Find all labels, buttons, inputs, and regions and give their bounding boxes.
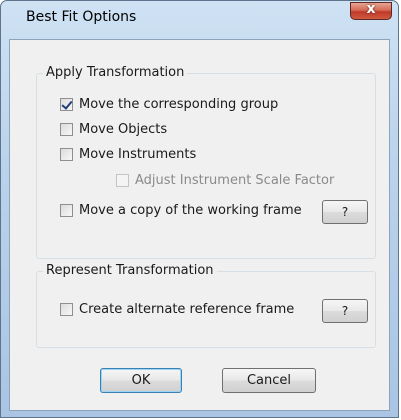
represent-transformation-legend: Represent Transformation xyxy=(43,263,217,278)
cancel-button[interactable]: Cancel xyxy=(222,368,316,393)
close-icon: x xyxy=(366,1,376,17)
window-title: Best Fit Options xyxy=(26,9,137,25)
apply-help-button[interactable]: ? xyxy=(322,200,368,224)
move-instruments-checkbox[interactable] xyxy=(60,148,73,161)
create-alternate-reference-frame-option[interactable]: Create alternate reference frame xyxy=(60,302,294,317)
represent-help-button[interactable]: ? xyxy=(322,299,368,323)
ok-button[interactable]: OK xyxy=(100,368,182,393)
move-objects-label: Move Objects xyxy=(79,122,168,137)
dialog-window: Best Fit Options x Apply Transformation … xyxy=(0,0,399,418)
cancel-button-label: Cancel xyxy=(246,373,292,388)
adjust-instrument-scale-option: Adjust Instrument Scale Factor xyxy=(116,173,334,188)
move-objects-option[interactable]: Move Objects xyxy=(60,122,167,137)
move-instruments-option[interactable]: Move Instruments xyxy=(60,147,196,162)
dialog-body: Apply Transformation Move the correspond… xyxy=(9,39,390,411)
create-alternate-reference-frame-label: Create alternate reference frame xyxy=(79,302,295,317)
help-icon: ? xyxy=(341,304,349,318)
help-icon: ? xyxy=(341,205,349,219)
move-objects-checkbox[interactable] xyxy=(60,123,73,136)
adjust-instrument-scale-label: Adjust Instrument Scale Factor xyxy=(135,173,335,188)
close-button[interactable]: x xyxy=(350,1,392,20)
move-corresponding-group-option[interactable]: Move the corresponding group xyxy=(60,97,278,112)
move-copy-working-frame-checkbox[interactable] xyxy=(60,204,73,217)
adjust-instrument-scale-checkbox xyxy=(116,174,129,187)
title-bar[interactable]: Best Fit Options x xyxy=(1,1,398,31)
create-alternate-reference-frame-checkbox[interactable] xyxy=(60,303,73,316)
move-copy-working-frame-label: Move a copy of the working frame xyxy=(79,203,302,218)
move-copy-working-frame-option[interactable]: Move a copy of the working frame xyxy=(60,203,302,218)
move-corresponding-group-checkbox[interactable] xyxy=(60,98,73,111)
move-instruments-label: Move Instruments xyxy=(79,147,197,162)
ok-button-label: OK xyxy=(131,373,151,388)
move-corresponding-group-label: Move the corresponding group xyxy=(79,97,279,112)
apply-transformation-legend: Apply Transformation xyxy=(43,65,188,80)
